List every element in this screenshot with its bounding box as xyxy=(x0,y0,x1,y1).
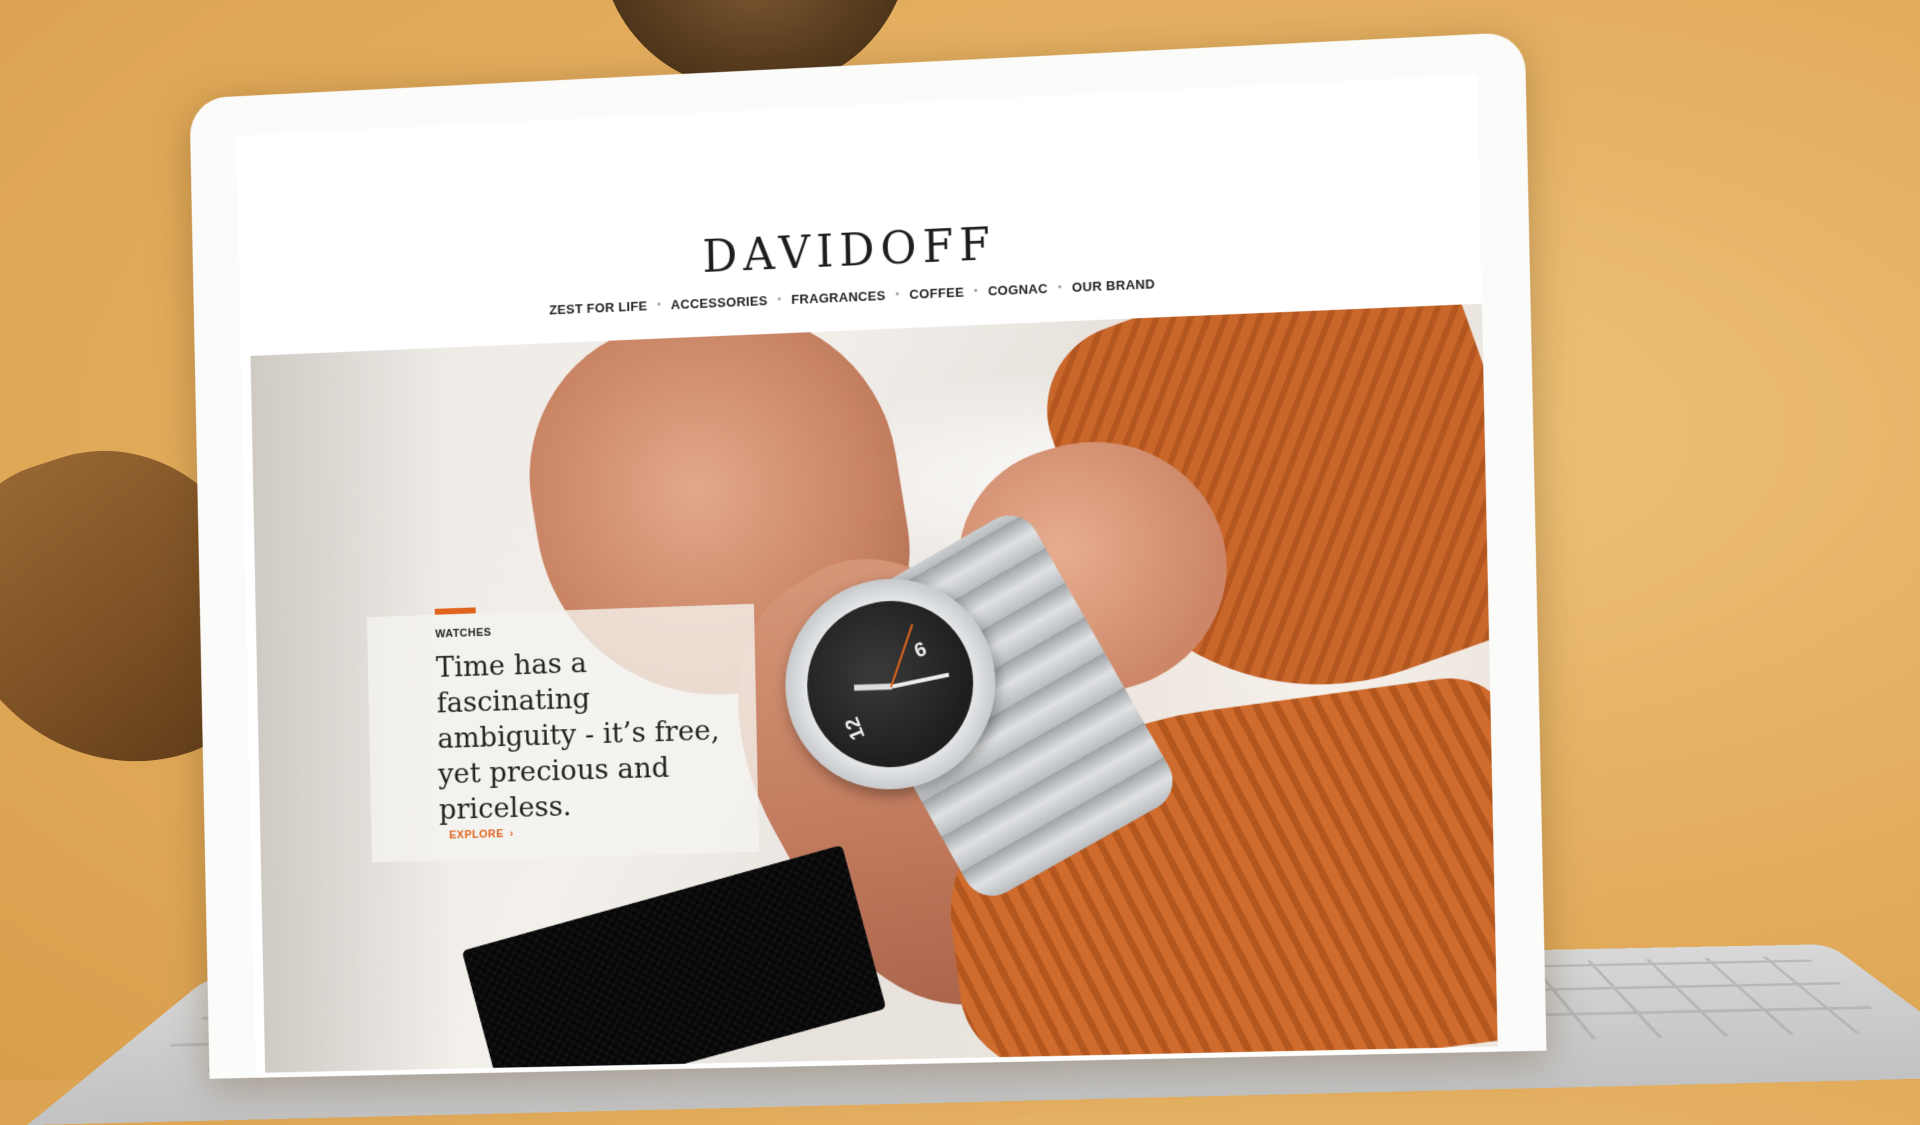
nav-separator: • xyxy=(1057,282,1062,294)
website-screen: DAVIDOFF ZEST FOR LIFE • ACCESSORIES • F… xyxy=(236,74,1498,1078)
explore-link-label: EXPLORE xyxy=(449,828,504,842)
hero-headline: Time has a fascinating ambiguity - it’s … xyxy=(435,646,720,826)
nav-separator: • xyxy=(973,285,979,298)
nav-item-fragrances[interactable]: FRAGRANCES xyxy=(791,288,886,307)
nav-separator: • xyxy=(895,289,900,301)
nav-separator: • xyxy=(777,294,782,306)
watch-minute-hand xyxy=(891,672,950,689)
watch-numeral-12: 12 xyxy=(841,714,870,743)
nav-item-cognac[interactable]: COGNAC xyxy=(988,281,1048,299)
category-tag: WATCHES xyxy=(435,626,492,641)
nav-item-accessories[interactable]: ACCESSORIES xyxy=(671,293,768,312)
nav-separator: • xyxy=(657,299,662,311)
nav-item-our-brand[interactable]: OUR BRAND xyxy=(1072,276,1155,295)
nav-item-coffee[interactable]: COFFEE xyxy=(909,285,964,302)
watch-hour-hand xyxy=(854,683,893,691)
laptop-lid: DAVIDOFF ZEST FOR LIFE • ACCESSORIES • F… xyxy=(189,31,1547,1079)
brand-logo[interactable]: DAVIDOFF xyxy=(239,197,1481,303)
explore-link[interactable]: EXPLORE › xyxy=(449,828,514,842)
watch-second-hand xyxy=(890,623,914,688)
hero-text-card: WATCHES Time has a fascinating ambiguity… xyxy=(366,603,760,863)
nav-item-zest-for-life[interactable]: ZEST FOR LIFE xyxy=(549,298,647,317)
arrow-right-icon: › xyxy=(509,827,514,840)
hero-banner: 6 12 WATCHES Time has a fascinating ambi… xyxy=(250,302,1498,1073)
leather-wallet-image xyxy=(461,844,887,1073)
watch-numeral-6: 6 xyxy=(911,638,930,663)
card-accent-bar xyxy=(434,607,476,615)
